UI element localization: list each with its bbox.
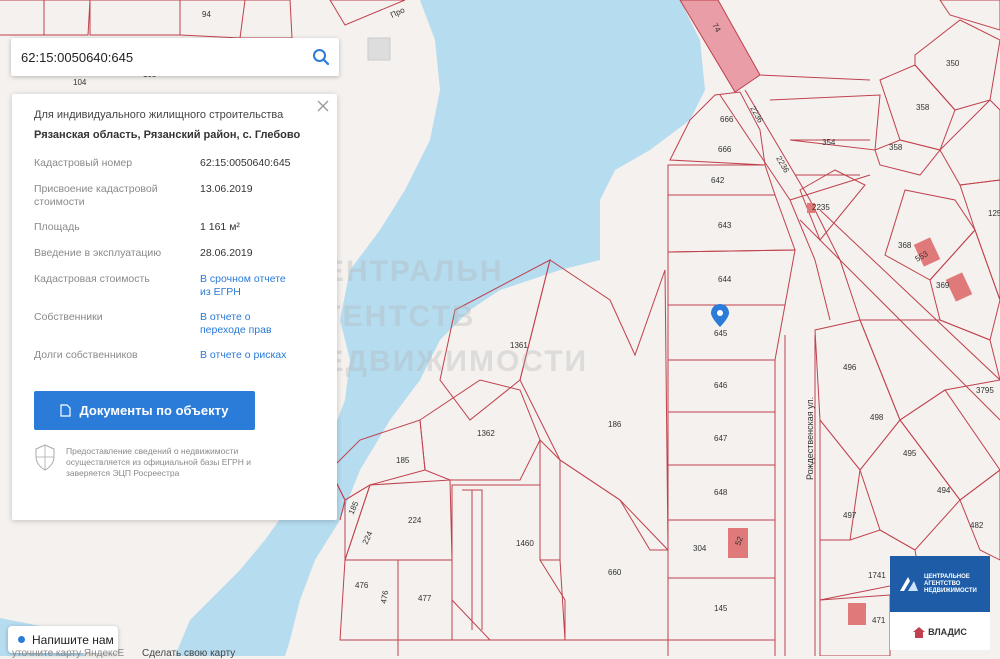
svg-text:1361: 1361 [510,341,528,350]
agency-logo: ЦЕНТРАЛЬНОЕ АГЕНТСТВО НЕДВИЖИМОСТИ ВЛАДИ… [890,556,990,650]
agency-logo-banner: ЦЕНТРАЛЬНОЕ АГЕНТСТВО НЕДВИЖИМОСТИ [890,556,990,612]
svg-text:1460: 1460 [516,539,534,548]
svg-text:145: 145 [714,604,728,613]
svg-text:350: 350 [946,59,960,68]
svg-text:496: 496 [843,363,857,372]
svg-text:647: 647 [714,434,728,443]
svg-text:Рождественская ул.: Рождественская ул. [805,397,815,480]
agency-name-line-1: ЦЕНТРАЛЬНОЕ [924,573,970,580]
svg-text:358: 358 [889,143,903,152]
clarify-map-link[interactable]: уточните карту ЯндексЕ [12,648,124,659]
close-icon [317,100,329,112]
row-label-area: Площадь [34,221,80,233]
svg-text:358: 358 [916,103,930,112]
document-icon [60,404,72,417]
search-icon [313,49,330,66]
svg-text:645: 645 [714,329,728,338]
agency-emblem-icon [900,577,918,591]
cadastral-value-report-link[interactable]: В срочном отчете из ЕГРН [200,273,295,299]
close-card-button[interactable] [315,98,331,114]
cadastral-search-input[interactable] [11,38,303,76]
documents-button[interactable]: Документы по объекту [34,391,255,430]
parcel-address: Рязанская область, Рязанский район, с. Г… [34,129,301,141]
svg-text:495: 495 [903,449,917,458]
svg-text:644: 644 [718,275,732,284]
row-label-cadastral-number: Кадастровый номер [34,157,133,169]
svg-text:666: 666 [718,145,732,154]
row-label-owners: Собственники [34,311,103,323]
svg-text:476: 476 [355,581,369,590]
row-label-owner-debts: Долги собственников [34,349,138,361]
svg-text:94: 94 [202,10,211,19]
search-button[interactable] [303,39,339,75]
svg-text:125: 125 [988,209,1000,218]
svg-text:482: 482 [970,521,984,530]
svg-text:646: 646 [714,381,728,390]
chat-label: Напишите нам [32,632,114,647]
egrn-disclaimer: Предоставление сведений о недвижимости о… [66,446,251,478]
shield-icon [35,444,55,471]
agency-name-line-2: АГЕНТСТВО [924,580,961,587]
svg-text:666: 666 [720,115,734,124]
svg-text:642: 642 [711,176,725,185]
svg-text:104: 104 [73,78,87,87]
svg-text:497: 497 [843,511,857,520]
house-icon [913,626,926,638]
parcel-info-card: Для индивидуального жилищного строительс… [12,94,337,520]
row-label-cadastral-value: Кадастровая стоимость [34,273,150,285]
row-value-area: 1 161 м² [200,221,240,233]
documents-button-label: Документы по объекту [79,403,229,418]
svg-text:3795: 3795 [976,386,994,395]
svg-text:186: 186 [608,420,622,429]
svg-text:643: 643 [718,221,732,230]
cadastral-search-bar [11,38,339,76]
svg-text:648: 648 [714,488,728,497]
svg-text:471: 471 [872,616,886,625]
svg-text:185: 185 [396,456,410,465]
risk-report-link[interactable]: В отчете о рисках [200,349,310,362]
svg-text:354: 354 [822,138,836,147]
svg-text:660: 660 [608,568,622,577]
svg-text:477: 477 [418,594,432,603]
svg-text:2235: 2235 [812,203,830,212]
svg-text:1362: 1362 [477,429,495,438]
row-value-valuation-date: 13.06.2019 [200,183,253,195]
parcel-purpose: Для индивидуального жилищного строительс… [34,109,284,121]
online-status-dot [18,636,25,643]
svg-text:224: 224 [408,516,422,525]
row-value-commissioning: 28.06.2019 [200,247,253,259]
row-label-commissioning: Введение в эксплуатацию [34,247,162,259]
create-map-link[interactable]: Сделать свою карту [142,648,235,659]
row-label-valuation-date: Присвоение кадастровой стоимости [34,183,158,208]
svg-text:304: 304 [693,544,707,553]
agency-name-line-3: НЕДВИЖИМОСТИ [924,587,977,594]
svg-text:369: 369 [936,281,950,290]
svg-text:368: 368 [898,241,912,250]
ownership-transfer-report-link[interactable]: В отчете о переходе прав [200,311,290,337]
partner-logo: ВЛАДИС [890,618,990,646]
svg-text:498: 498 [870,413,884,422]
row-value-cadastral-number: 62:15:0050640:645 [200,157,291,169]
partner-name: ВЛАДИС [928,627,967,637]
svg-text:1741: 1741 [868,571,886,580]
svg-text:494: 494 [937,486,951,495]
